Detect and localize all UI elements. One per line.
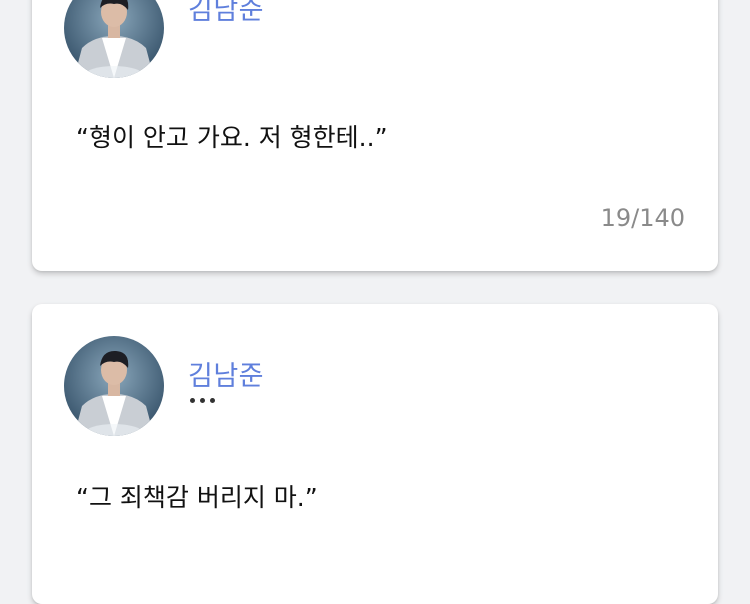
typing-indicator-icon (190, 398, 215, 406)
author-name: 김남준 (188, 361, 265, 392)
avatar[interactable] (64, 336, 164, 436)
avatar-photo (64, 0, 164, 78)
page-counter: 19/140 (600, 204, 685, 232)
message-text: “그 죄책감 버리지 마.” (76, 483, 318, 512)
typing-dot (190, 398, 195, 403)
message-card[interactable]: 김남준 “형이 안고 가요. 저 형한테..” 19/140 (32, 0, 718, 271)
author-name: 김남준 (188, 0, 265, 26)
avatar[interactable] (64, 0, 164, 78)
message-text: “형이 안고 가요. 저 형한테..” (76, 123, 388, 152)
avatar-photo (64, 336, 164, 436)
typing-dot (210, 398, 215, 403)
message-card[interactable]: 김남준 “그 죄책감 버리지 마.” (32, 304, 718, 604)
typing-dot (200, 398, 205, 403)
